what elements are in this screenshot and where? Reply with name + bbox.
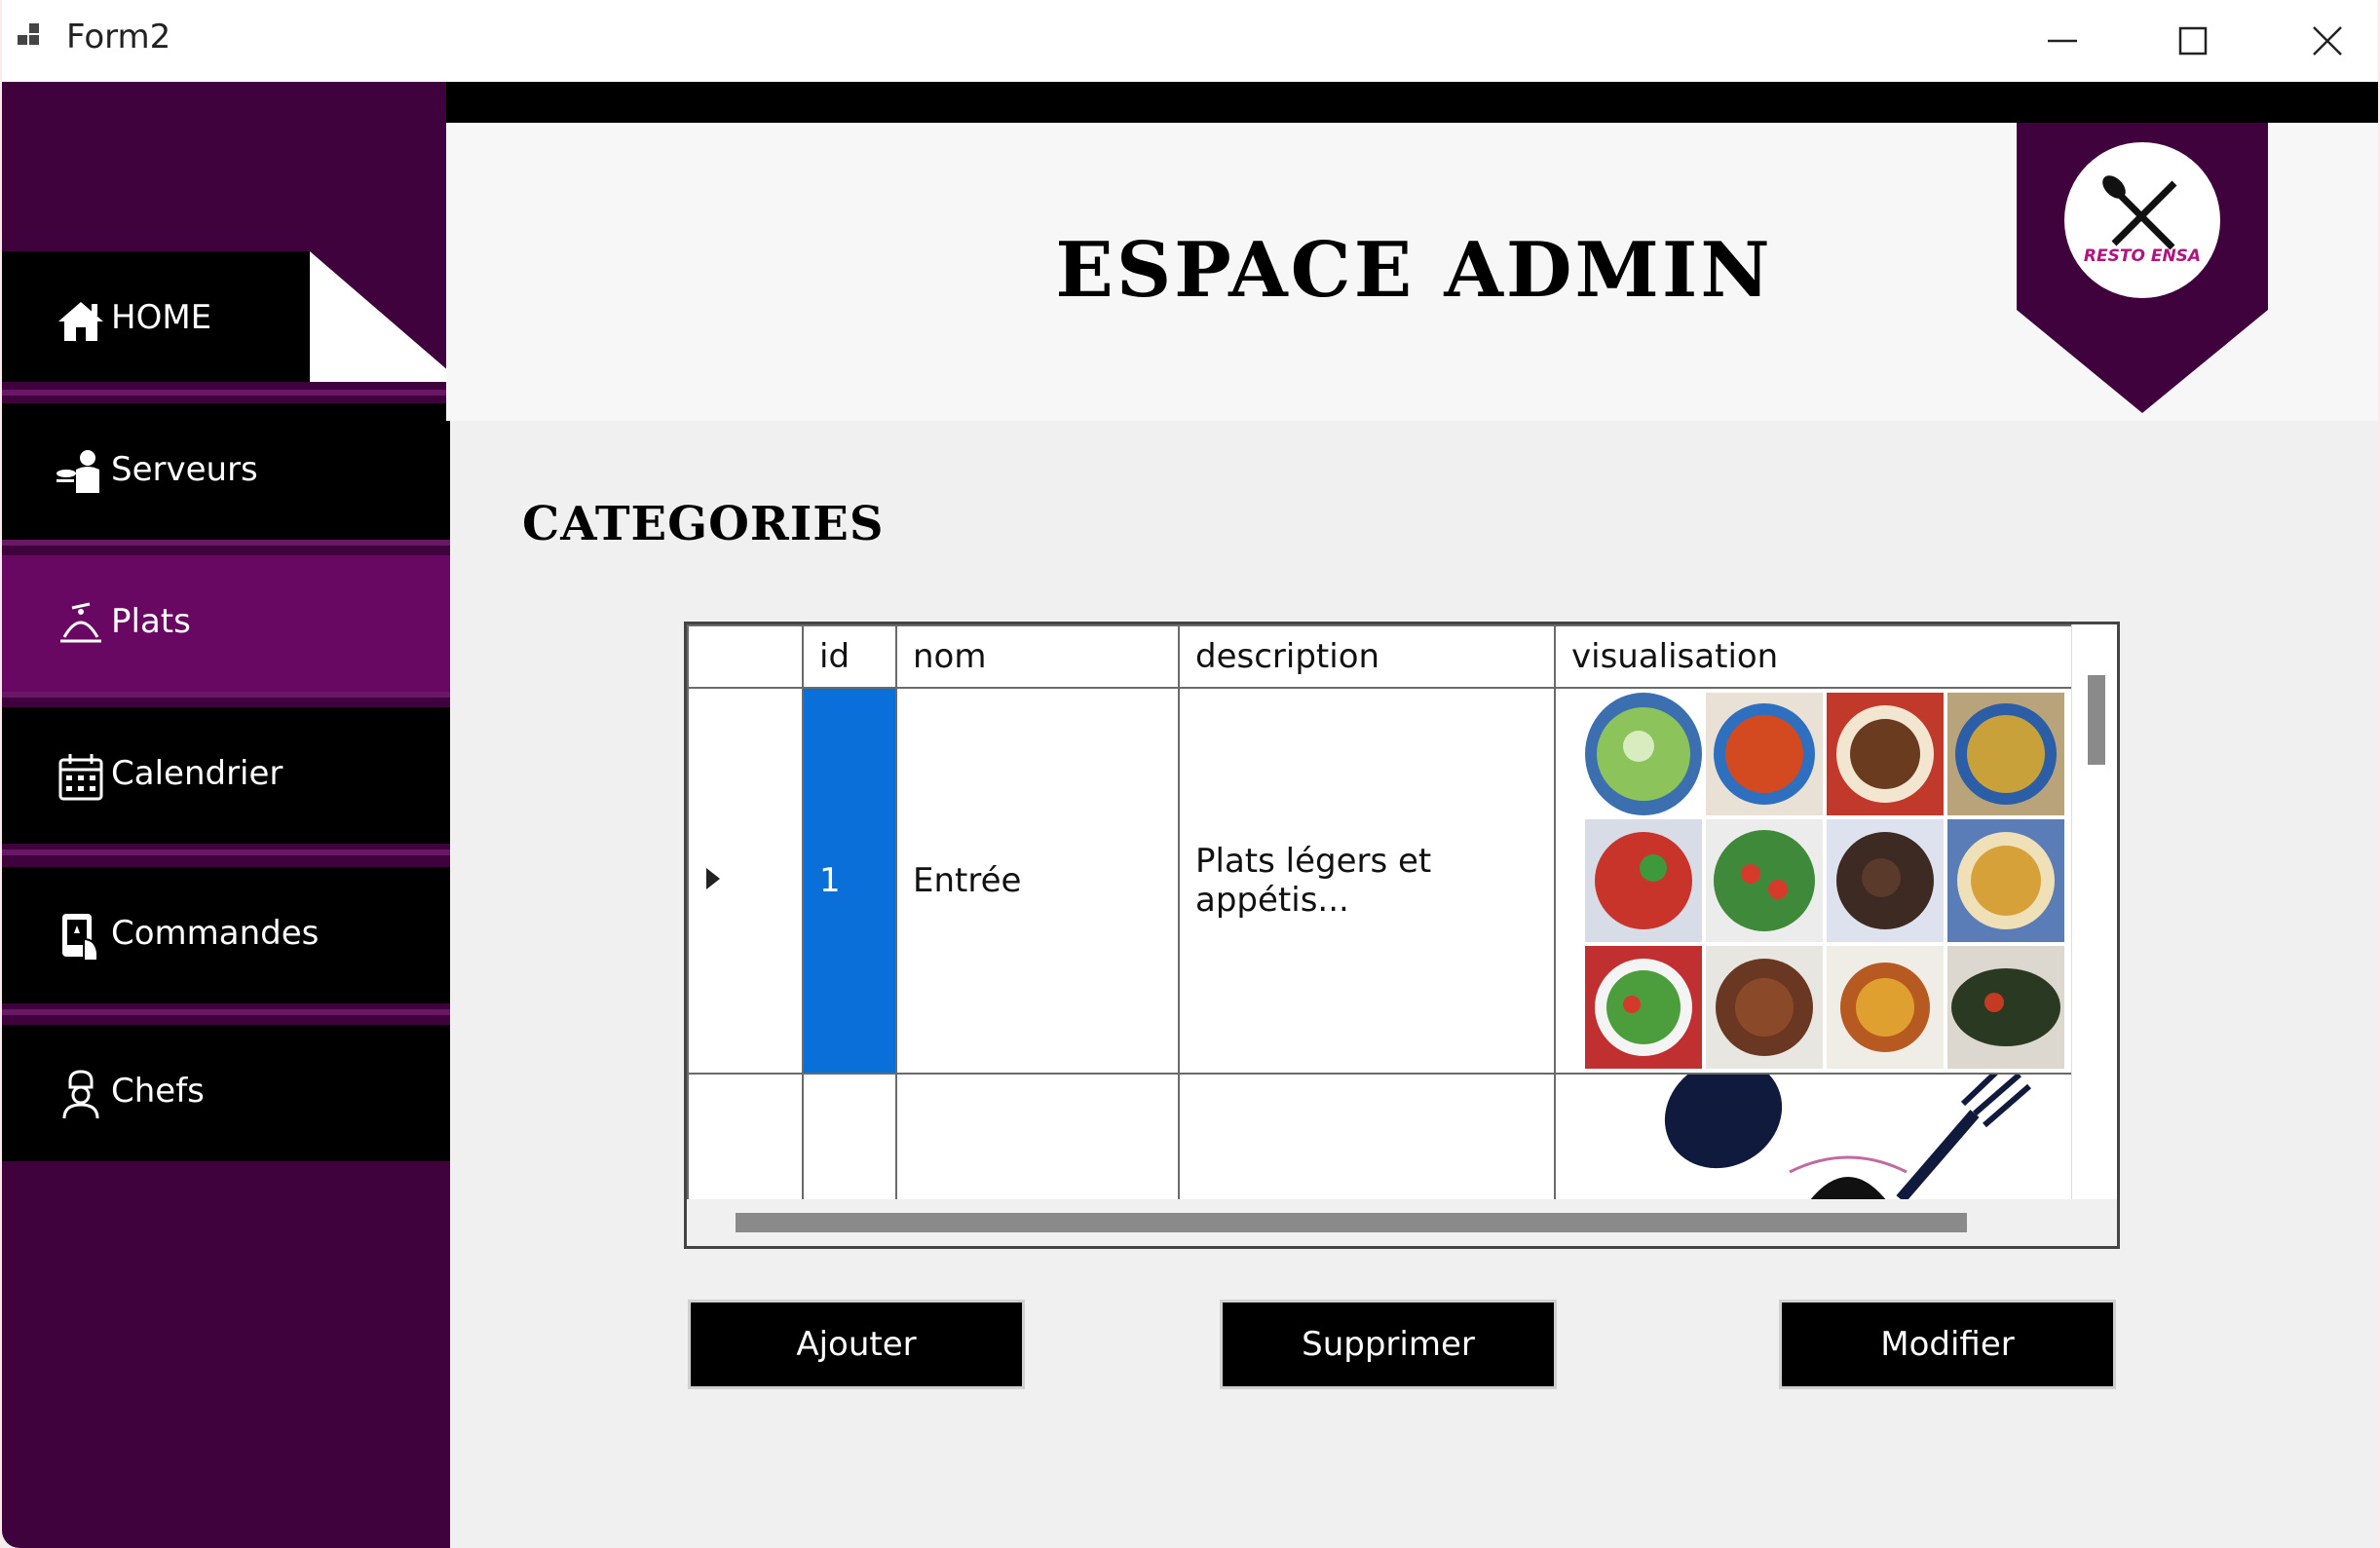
sidebar-item-commandes[interactable]: Commandes — [2, 867, 450, 1003]
cell-nom[interactable]: Entrée — [895, 687, 1180, 1075]
sidebar-item-calendrier[interactable]: Calendrier — [2, 707, 450, 844]
window-title: Form2 — [66, 18, 171, 57]
grid-header-row: id nom description visualisation — [687, 624, 2084, 689]
dish-image — [1947, 946, 2064, 1069]
dish-image — [1706, 819, 1823, 942]
column-header-description[interactable]: description — [1178, 624, 1556, 689]
scrollbar-thumb[interactable] — [2088, 675, 2105, 765]
dish-image — [1585, 946, 1702, 1069]
sidebar-item-label: Serveurs — [111, 450, 258, 489]
dish-image — [1827, 946, 1944, 1069]
cell-description[interactable]: Plats légers et appétis... — [1178, 687, 1556, 1075]
sidebar-item-label: Calendrier — [111, 754, 283, 793]
column-header-id[interactable]: id — [802, 624, 897, 689]
sidebar-item-plats[interactable]: Plats — [2, 555, 450, 692]
cell-visualisation[interactable] — [1554, 687, 2084, 1075]
dish-image — [1827, 819, 1944, 942]
table-row[interactable]: 1 Entrée Plats légers et appétis... — [687, 687, 2084, 1075]
divider — [2, 1009, 450, 1015]
sidebar-item-label: Plats — [111, 602, 191, 641]
row-header-corner — [687, 624, 804, 689]
app-window: Form2 HOME Serveurs Plats Calendrier Com… — [2, 0, 2378, 1548]
app-icon — [18, 23, 39, 45]
categories-grid[interactable]: id nom description visualisation 1 Entré… — [684, 622, 2120, 1249]
dish-image — [1706, 946, 1823, 1069]
dish-image — [1585, 693, 1702, 815]
sidebar-item-chefs[interactable]: Chefs — [2, 1025, 450, 1161]
horizontal-scrollbar[interactable] — [687, 1199, 2117, 1246]
cell-id[interactable]: 1 — [802, 687, 897, 1075]
grid-table: id nom description visualisation 1 Entré… — [687, 624, 2084, 1222]
logo-badge: RESTO ENSA — [2017, 123, 2268, 413]
food-collage-image — [1585, 693, 2082, 1069]
column-header-visualisation[interactable]: visualisation — [1554, 624, 2084, 689]
chef-icon — [62, 1070, 99, 1119]
close-button[interactable] — [2284, 10, 2371, 72]
svg-text:RESTO ENSA: RESTO ENSA — [2084, 246, 2201, 266]
sidebar-item-label: Chefs — [111, 1072, 205, 1111]
utensils-logo-image — [1664, 1058, 2031, 1203]
row-pointer-icon — [706, 868, 720, 889]
edit-button[interactable]: Modifier — [1779, 1300, 2116, 1389]
scrollbar-thumb[interactable] — [736, 1213, 1967, 1232]
row-selector[interactable] — [687, 687, 804, 1075]
minimize-button[interactable] — [2019, 10, 2106, 72]
order-icon — [62, 914, 98, 962]
divider — [2, 692, 450, 698]
dish-image — [1947, 693, 2064, 815]
dish-image — [1706, 693, 1823, 815]
dish-icon — [60, 602, 101, 643]
divider — [2, 850, 450, 855]
minimize-icon — [2048, 39, 2077, 43]
dish-image — [1585, 819, 1702, 942]
waiter-icon — [57, 450, 99, 493]
add-button[interactable]: Ajouter — [688, 1300, 1025, 1389]
divider — [2, 540, 450, 546]
close-icon — [2313, 26, 2342, 56]
header-stripe — [446, 82, 2378, 123]
sidebar-item-label: Commandes — [111, 914, 320, 953]
dish-image — [1827, 693, 1944, 815]
divider — [2, 390, 450, 396]
section-title: CATEGORIES — [522, 497, 885, 551]
maximize-button[interactable] — [2149, 10, 2237, 72]
vertical-scrollbar[interactable] — [2071, 624, 2117, 1246]
maximize-icon — [2178, 26, 2208, 56]
title-bar[interactable]: Form2 — [2, 0, 2378, 82]
sidebar-item-serveurs[interactable]: Serveurs — [2, 403, 450, 540]
dish-image — [1947, 819, 2064, 942]
calendar-icon — [58, 754, 103, 801]
column-header-nom[interactable]: nom — [895, 624, 1180, 689]
delete-button[interactable]: Supprimer — [1220, 1300, 1557, 1389]
